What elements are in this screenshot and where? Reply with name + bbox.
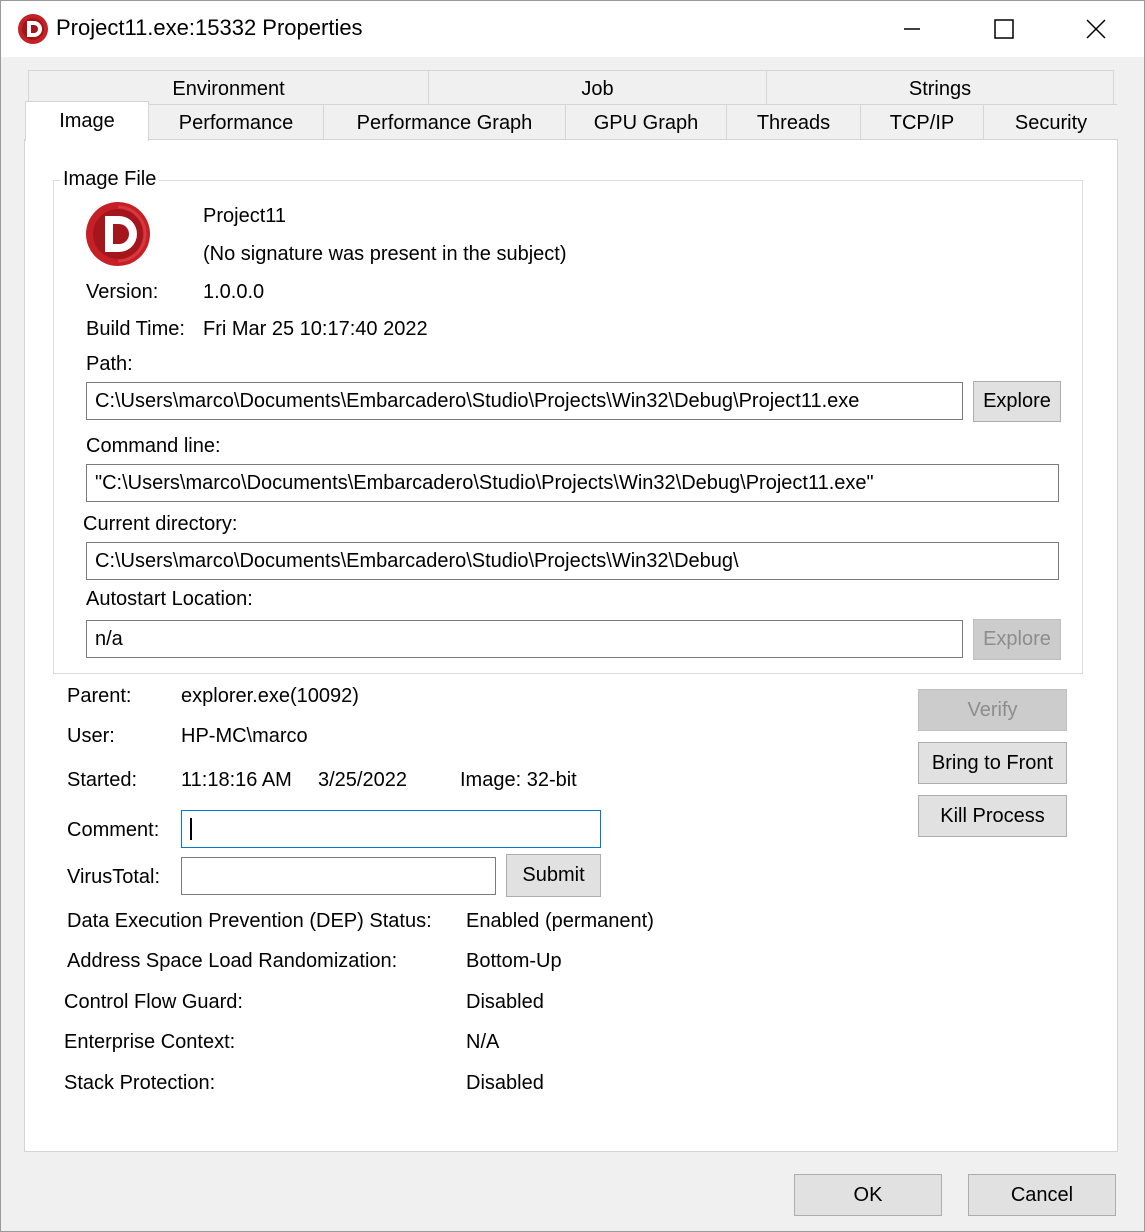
title-bar[interactable]: Project11.exe:15332 Properties <box>1 1 1144 57</box>
dep-status-label: Data Execution Prevention (DEP) Status: <box>67 910 432 932</box>
autostart-location-label: Autostart Location: <box>86 588 253 610</box>
stack-protection-label: Stack Protection: <box>64 1072 216 1094</box>
tab-gpu-graph[interactable]: GPU Graph <box>566 105 727 141</box>
kill-process-button[interactable]: Kill Process <box>918 795 1067 837</box>
close-button[interactable] <box>1050 1 1142 57</box>
control-flow-guard-value: Disabled <box>466 991 544 1013</box>
version-value: 1.0.0.0 <box>203 281 265 303</box>
window-title: Project11.exe:15332 Properties <box>56 15 363 40</box>
parent-value: explorer.exe(10092) <box>181 685 359 707</box>
version-label: Version: <box>86 281 159 303</box>
autostart-explore-button[interactable]: Explore <box>973 619 1061 660</box>
path-field[interactable]: C:\Users\marco\Documents\Embarcadero\Stu… <box>86 382 963 420</box>
stack-protection-value: Disabled <box>466 1072 544 1094</box>
aslr-value: Bottom-Up <box>466 950 562 972</box>
command-line-label: Command line: <box>86 435 221 457</box>
properties-window: Project11.exe:15332 Properties Environme… <box>0 0 1145 1232</box>
image-file-group: Image File Project11 (No signature was p… <box>53 168 1083 674</box>
submit-button[interactable]: Submit <box>506 854 601 897</box>
current-directory-label: Current directory: <box>83 513 238 535</box>
minimize-icon <box>904 28 920 30</box>
tab-strings[interactable]: Strings <box>767 71 1113 107</box>
virustotal-input[interactable] <box>181 857 496 895</box>
command-line-field[interactable]: "C:\Users\marco\Documents\Embarcadero\St… <box>86 464 1059 502</box>
maximize-button[interactable] <box>958 1 1050 57</box>
text-caret <box>190 818 192 840</box>
ok-button[interactable]: OK <box>794 1174 942 1216</box>
delphi-d-icon <box>18 14 48 44</box>
virustotal-label: VirusTotal: <box>67 866 161 888</box>
close-icon <box>1086 19 1106 39</box>
autostart-location-field[interactable]: n/a <box>86 620 963 658</box>
parent-label: Parent: <box>67 685 132 707</box>
enterprise-context-value: N/A <box>466 1031 500 1053</box>
comment-input[interactable] <box>181 810 601 848</box>
user-value: HP-MC\marco <box>181 725 308 747</box>
signature-status: (No signature was present in the subject… <box>203 243 567 265</box>
tab-tcpip[interactable]: TCP/IP <box>861 105 984 141</box>
tab-security[interactable]: Security <box>984 105 1118 141</box>
dep-status-value: Enabled (permanent) <box>466 910 654 932</box>
tab-image[interactable]: Image <box>25 101 149 141</box>
started-time: 11:18:16 AM <box>181 769 292 791</box>
tab-performance-graph[interactable]: Performance Graph <box>324 105 566 141</box>
enterprise-context-label: Enterprise Context: <box>64 1031 236 1053</box>
current-directory-field[interactable]: C:\Users\marco\Documents\Embarcadero\Stu… <box>86 542 1059 580</box>
started-date: 3/25/2022 <box>318 769 407 791</box>
cancel-button[interactable]: Cancel <box>968 1174 1116 1216</box>
maximize-icon <box>994 19 1014 39</box>
tab-row-back: Environment Job Strings <box>28 70 1114 107</box>
tab-threads[interactable]: Threads <box>727 105 861 141</box>
user-label: User: <box>67 725 115 747</box>
path-label: Path: <box>86 353 133 375</box>
image-name: Project11 <box>203 205 287 227</box>
tab-row-front: Image Performance Performance Graph GPU … <box>25 101 1118 141</box>
image-file-group-label: Image File <box>60 168 160 191</box>
image-tab-panel: Image File Project11 (No signature was p… <box>24 139 1118 1152</box>
build-time-label: Build Time: <box>86 318 185 340</box>
image-bitness: Image: 32-bit <box>460 769 577 791</box>
aslr-label: Address Space Load Randomization: <box>67 950 398 972</box>
tab-performance[interactable]: Performance <box>149 105 324 141</box>
bring-to-front-button[interactable]: Bring to Front <box>918 742 1067 784</box>
tab-job[interactable]: Job <box>429 71 767 107</box>
path-explore-button[interactable]: Explore <box>973 381 1061 422</box>
build-time-value: Fri Mar 25 10:17:40 2022 <box>203 318 428 340</box>
delphi-d-icon <box>86 202 150 266</box>
verify-button[interactable]: Verify <box>918 689 1067 731</box>
started-label: Started: <box>67 769 138 791</box>
control-flow-guard-label: Control Flow Guard: <box>64 991 243 1013</box>
comment-label: Comment: <box>67 819 160 841</box>
minimize-button[interactable] <box>866 1 958 57</box>
